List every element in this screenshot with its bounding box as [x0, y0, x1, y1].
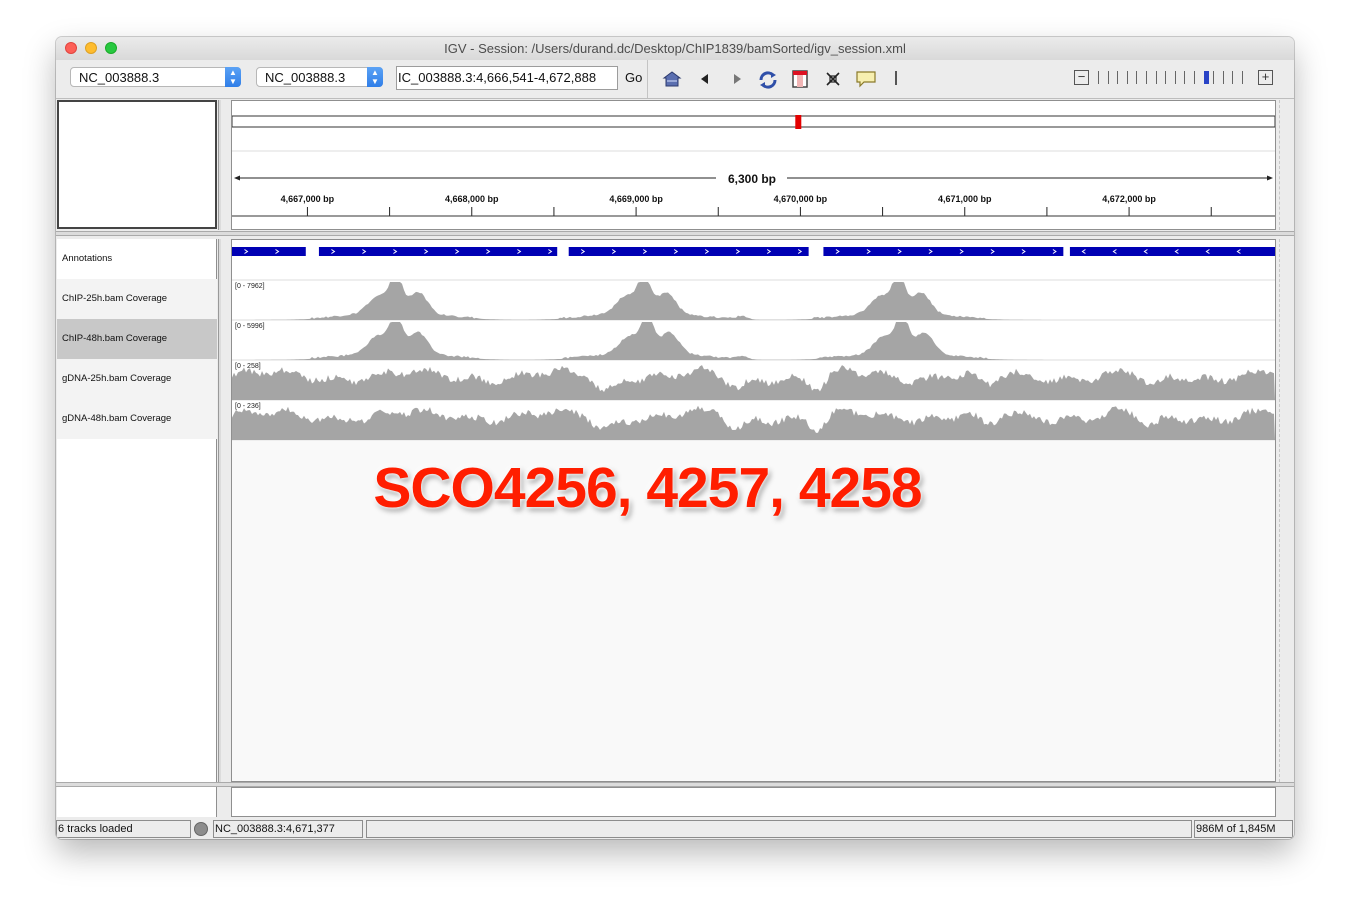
ideogram-marker — [795, 115, 802, 129]
locus-search-input[interactable]: IC_003888.3:4,666,541-4,672,888 — [396, 66, 618, 90]
span-arrow-left — [234, 175, 240, 181]
ruler-svg: 6,300 bp 4,667,000 bp 4,668,000 bp 4,669,0… — [232, 115, 1275, 217]
data-range-label: [0 - 236] — [235, 403, 261, 410]
chevron-updown-icon: ▲ ▼ — [225, 67, 241, 87]
data-range-label: [0 - 7962] — [235, 283, 265, 290]
ruler-ticks: 4,667,000 bp 4,668,000 bp 4,669,000 bp 4,67… — [281, 194, 1212, 216]
gene-overlay-label: SCO4256, 4257, 4258 — [373, 456, 922, 520]
track-name-gdna-48h-bam-coverage[interactable]: gDNA-48h.bam Coverage — [57, 399, 217, 439]
ruler-tick-label: 4,672,000 bp — [1102, 194, 1156, 204]
go-button[interactable]: Go — [625, 70, 642, 85]
status-bar: 6 tracks loaded NC_003888.3:4,671,377 98… — [56, 819, 1294, 839]
zoom-level-tick[interactable] — [1165, 71, 1167, 84]
vertical-divider[interactable] — [218, 100, 221, 230]
title-bar: IGV - Session: /Users/durand.dc/Desktop/… — [56, 37, 1294, 61]
genome-select[interactable]: NC_003888.3 ▲ ▼ — [70, 67, 241, 87]
zoom-level-tick[interactable] — [1126, 71, 1128, 84]
chromosome-select-value: NC_003888.3 — [265, 70, 346, 85]
zoom-level-tick[interactable] — [1203, 71, 1209, 84]
data-range-label: [0 - 258] — [235, 363, 261, 370]
ruler-tick-label: 4,668,000 bp — [445, 194, 499, 204]
track-name-gdna-25h-bam-coverage[interactable]: gDNA-25h.bam Coverage — [57, 359, 217, 399]
ruler-tick-label: 4,667,000 bp — [281, 194, 335, 204]
refresh-icon[interactable] — [757, 69, 777, 89]
zoom-level-tick[interactable] — [1184, 71, 1186, 84]
ruler-tick-label: 4,671,000 bp — [938, 194, 992, 204]
track-name-chip-48h-bam-coverage[interactable]: ChIP-48h.bam Coverage — [57, 319, 217, 359]
zoom-level-tick[interactable] — [1098, 71, 1099, 84]
popup-icon[interactable] — [855, 69, 876, 89]
header-data-splitter[interactable] — [56, 231, 1294, 236]
zoom-level-tick[interactable] — [1117, 71, 1119, 84]
genome-select-value: NC_003888.3 — [79, 70, 160, 85]
zoom-level-tick[interactable] — [1242, 71, 1243, 84]
gene-feature[interactable] — [1069, 247, 1275, 256]
zoom-level-tick[interactable] — [1194, 71, 1195, 84]
track-names-pane: Annotations ChIP-25h.bam Coverage ChIP-48h… — [57, 239, 217, 782]
track-name-annotations[interactable]: Annotations — [57, 239, 217, 279]
chromosome-ideogram — [232, 115, 1275, 128]
track-name-chip-25h-bam-coverage[interactable]: ChIP-25h.bam Coverage — [57, 279, 217, 319]
zoom-level-tick[interactable] — [1232, 71, 1234, 84]
back-icon[interactable] — [695, 69, 715, 89]
feature-data-pane[interactable] — [231, 787, 1276, 817]
vertical-divider[interactable] — [218, 239, 221, 782]
zoom-level-tick[interactable] — [1146, 71, 1147, 84]
tracks-loaded-status: 6 tracks loaded — [56, 820, 191, 838]
zoom-level-tick[interactable] — [1174, 71, 1176, 84]
roi-icon[interactable] — [790, 69, 810, 89]
chromosome-select[interactable]: NC_003888.3 ▲ ▼ — [256, 67, 383, 87]
zoom-level-tick[interactable] — [1213, 71, 1215, 84]
toolbar-divider — [647, 60, 648, 98]
zoom-level-tick[interactable] — [1222, 71, 1224, 84]
span-arrow-right — [1267, 175, 1273, 181]
zoom-level-tick[interactable] — [1155, 71, 1157, 84]
ruler-tick-label: 4,670,000 bp — [774, 194, 828, 204]
chevron-updown-icon: ▲ ▼ — [367, 67, 383, 87]
position-status: NC_003888.3:4,671,377 — [213, 820, 363, 838]
igv-window: IGV - Session: /Users/durand.dc/Desktop/… — [56, 37, 1294, 839]
ruler-scrollbar[interactable] — [1279, 100, 1294, 230]
status-indicator-icon — [194, 822, 208, 836]
zoom-in-button[interactable]: + — [1258, 70, 1273, 85]
zoom-out-button[interactable]: − — [1074, 70, 1089, 85]
span-label: 6,300 bp — [728, 172, 776, 186]
track-name-header — [57, 100, 217, 229]
gene-feature[interactable] — [823, 247, 1064, 256]
zoom-level-tick[interactable] — [1136, 71, 1138, 84]
gene-feature[interactable] — [318, 247, 558, 256]
resize-icon[interactable] — [823, 69, 843, 89]
annotation-track[interactable] — [232, 247, 1275, 256]
main-toolbar: NC_003888.3 ▲ ▼ NC_003888.3 ▲ ▼ IC_003888.… — [56, 60, 1294, 99]
home-icon[interactable] — [662, 69, 682, 89]
forward-icon[interactable] — [727, 69, 747, 89]
feature-names-pane — [57, 787, 217, 817]
data-range-label: [0 - 5996] — [235, 323, 265, 330]
ruler-pane[interactable]: 6,300 bp 4,667,000 bp 4,668,000 bp 4,669,0… — [231, 100, 1276, 230]
window-title: IGV - Session: /Users/durand.dc/Desktop/… — [444, 41, 906, 56]
toolbar-separator — [895, 71, 897, 85]
memory-status[interactable]: 986M of 1,845M — [1194, 820, 1293, 838]
data-scrollbar[interactable] — [1279, 239, 1294, 782]
zoom-slider[interactable] — [1098, 71, 1248, 84]
zoom-level-tick[interactable] — [1107, 71, 1109, 84]
gene-feature[interactable] — [568, 247, 809, 256]
gene-feature[interactable] — [232, 247, 306, 256]
message-status — [366, 820, 1192, 838]
ruler-tick-label: 4,669,000 bp — [609, 194, 663, 204]
